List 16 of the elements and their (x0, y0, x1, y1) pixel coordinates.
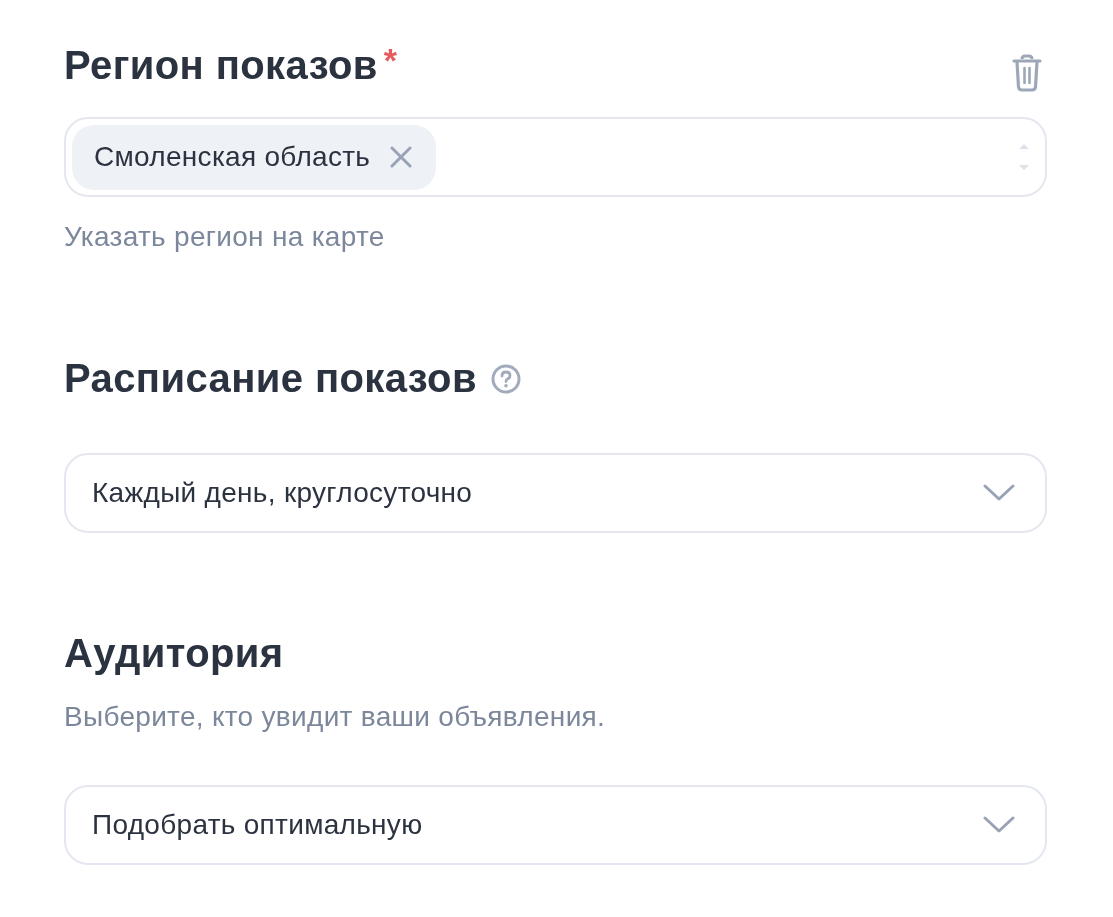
close-icon[interactable] (390, 146, 413, 168)
help-icon[interactable] (490, 364, 521, 394)
required-asterisk: * (383, 40, 397, 80)
section-title: Регион показов (64, 42, 378, 89)
map-link[interactable]: Указать регион на карте (64, 221, 385, 253)
audience-select[interactable]: Подобрать оптимальную (64, 785, 1047, 865)
chevron-down-icon (983, 484, 1015, 502)
spinner-arrows-icon (1019, 144, 1029, 170)
trash-icon[interactable] (1012, 54, 1042, 92)
section-description: Выберите, кто увидит ваши объявления. (64, 701, 607, 733)
chevron-down-icon (983, 816, 1015, 834)
section-title: Аудитория (64, 630, 284, 677)
section-title: Расписание показов (64, 355, 477, 402)
region-input-field[interactable]: Смоленская область (64, 117, 1047, 197)
schedule-select[interactable]: Каждый день, круглосуточно (64, 453, 1047, 533)
tag-label: Смоленская область (94, 141, 371, 173)
